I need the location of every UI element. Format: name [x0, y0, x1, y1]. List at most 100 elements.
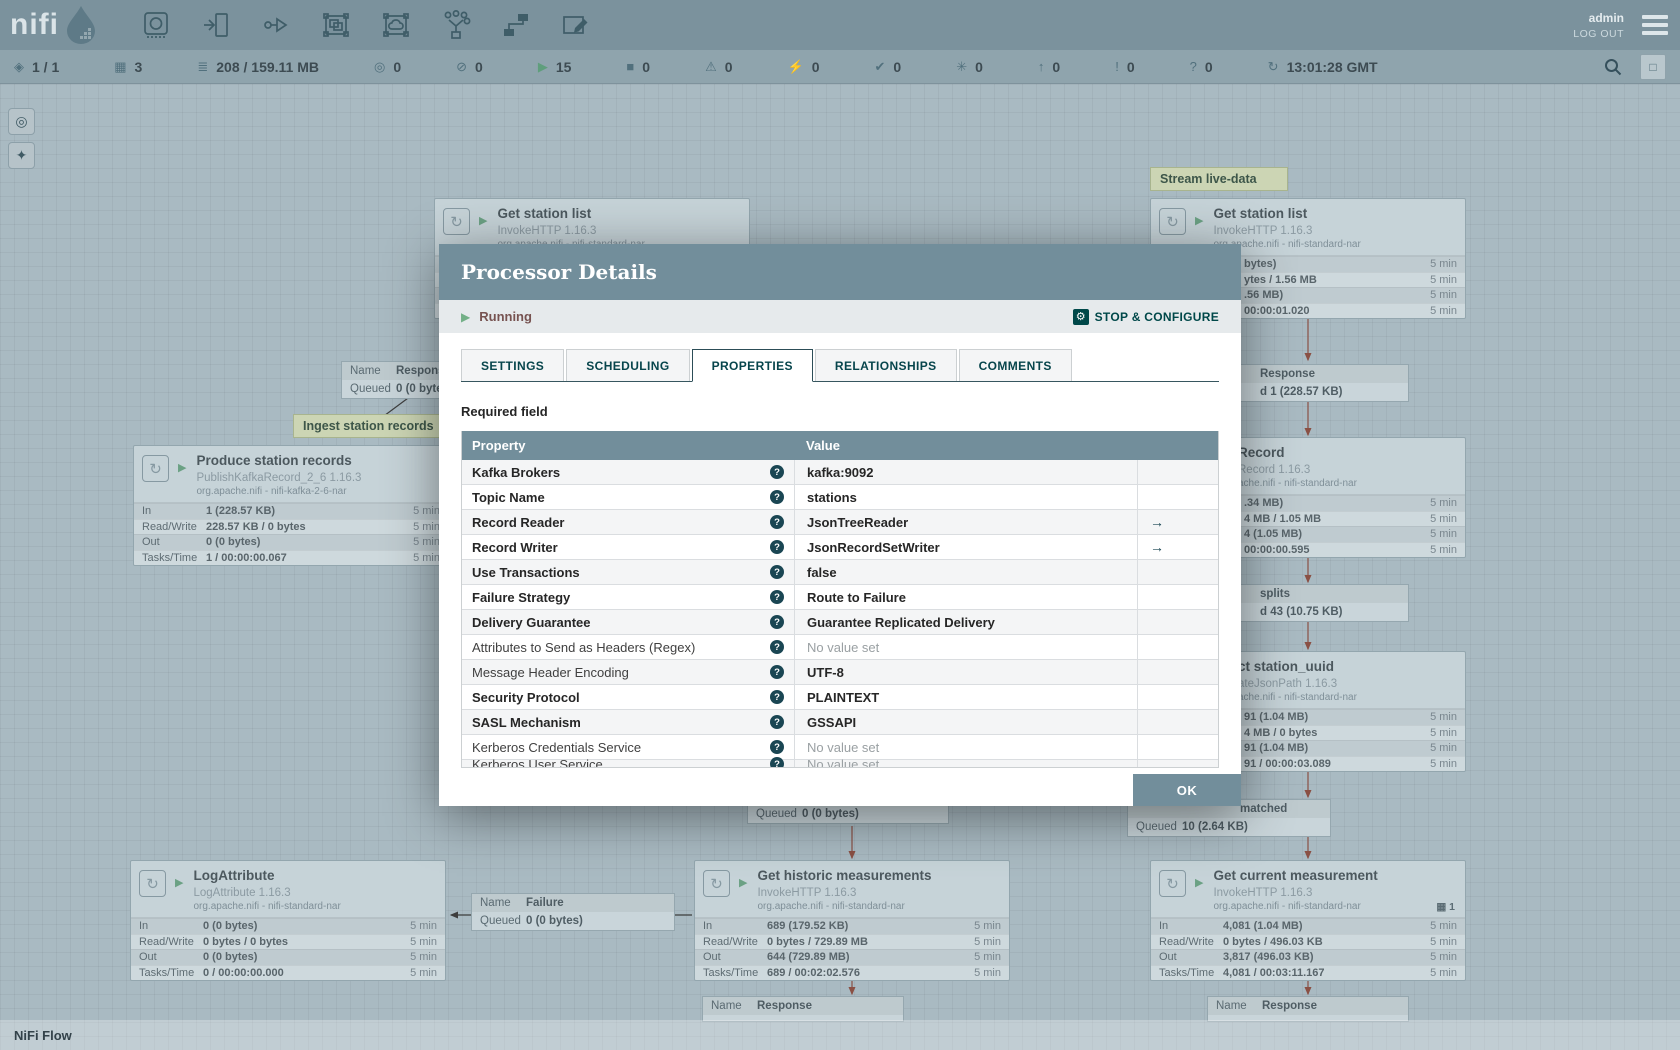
queued-status: ≣ 208 / 159.11 MB — [197, 58, 319, 75]
processor-produce-station-records[interactable]: ↻ ▶ Produce station records PublishKafka… — [133, 445, 449, 566]
processor-glyph-icon: ↻ — [1159, 208, 1186, 235]
logout-link[interactable]: LOG OUT — [1573, 28, 1624, 40]
processor-title: ct station_uuid — [1238, 659, 1335, 674]
global-menu-icon[interactable] — [1642, 15, 1668, 35]
stop-and-configure-button[interactable]: ⚙ STOP & CONFIGURE — [1072, 308, 1219, 325]
tab-scheduling[interactable]: SCHEDULING — [566, 349, 690, 381]
help-icon[interactable]: ? — [770, 640, 784, 654]
up-to-date-count: ✔ 0 — [874, 58, 902, 75]
locally-modified-stale-count: ! 0 — [1115, 58, 1135, 75]
running-status-icon: ▶ — [1195, 215, 1204, 227]
help-icon[interactable]: ? — [770, 740, 784, 754]
connection-label-failure[interactable]: Name Failure Queued 0 (0 bytes) — [471, 893, 675, 931]
dialog-header: Processor Details — [439, 244, 1241, 300]
table-row: Delivery Guarantee? Guarantee Replicated… — [462, 610, 1218, 635]
processor-title: Produce station records — [196, 453, 352, 468]
help-icon[interactable]: ? — [770, 757, 784, 767]
app-header: nifi admin LOG OUT — [0, 0, 1680, 50]
ok-button[interactable]: OK — [1133, 774, 1241, 806]
dialog-status-strip: ▶ Running ⚙ STOP & CONFIGURE — [439, 300, 1241, 333]
help-icon[interactable]: ? — [770, 465, 784, 479]
disabled-count: ⚡ 0 — [787, 58, 820, 75]
help-icon[interactable]: ? — [770, 615, 784, 629]
running-count: ▶ 15 — [537, 58, 572, 75]
not-transmitting-icon: ⊘ — [456, 58, 468, 74]
navigate-palette-button[interactable]: ◎ — [8, 108, 35, 135]
search-icon[interactable] — [1604, 58, 1622, 76]
locally-modified-stale-icon: ! — [1115, 59, 1119, 74]
go-to-service-icon[interactable]: → — [1137, 535, 1218, 559]
transmitting-icon: ◎ — [374, 58, 386, 74]
processor-glyph-icon: ↻ — [142, 455, 169, 482]
help-icon[interactable]: ? — [770, 715, 784, 729]
processor-glyph-icon: ↻ — [703, 870, 730, 897]
help-icon[interactable]: ? — [770, 690, 784, 704]
breadcrumb[interactable]: NiFi Flow — [14, 1028, 72, 1043]
help-icon[interactable]: ? — [770, 540, 784, 554]
input-port-icon[interactable] — [199, 8, 233, 42]
tab-properties[interactable]: PROPERTIES — [691, 349, 813, 382]
component-toolbar — [139, 8, 593, 42]
settings-panel-icon[interactable]: □ — [1640, 53, 1666, 80]
processor-get-current-measurement[interactable]: ↻ ▶ Get current measurement InvokeHTTP 1… — [1150, 860, 1466, 981]
table-row: Message Header Encoding? UTF-8 — [462, 660, 1218, 685]
processor-type: ateJsonPath 1.16.3 — [1238, 677, 1338, 690]
running-status-icon: ▶ — [1195, 877, 1204, 889]
grid-icon: ▦ — [114, 58, 127, 74]
template-icon[interactable] — [499, 8, 533, 42]
connection-label-response-bottom-left[interactable]: Name Response — [702, 996, 904, 1022]
not-transmitting-count: ⊘ 0 — [456, 58, 483, 75]
nifi-logo-text: nifi — [10, 8, 59, 41]
help-icon[interactable]: ? — [770, 665, 784, 679]
help-icon[interactable]: ? — [770, 590, 784, 604]
running-status-icon: ▶ — [739, 877, 748, 889]
process-group-count: ▦ 3 — [114, 58, 143, 75]
processor-nar: ache.nifi - nifi-standard-nar — [1238, 478, 1357, 490]
processor-nar: org.apache.nifi - nifi-kafka-2-6-nar — [196, 486, 347, 498]
running-status-icon: ▶ — [175, 877, 184, 889]
tab-settings[interactable]: SETTINGS — [461, 349, 565, 381]
table-row: Record Reader? JsonTreeReader → — [462, 510, 1218, 535]
cluster-icon: ◈ — [14, 58, 24, 74]
help-icon[interactable]: ? — [770, 490, 784, 504]
invalid-count: ⚠ 0 — [705, 58, 733, 75]
processor-type: InvokeHTTP 1.16.3 — [1213, 886, 1313, 899]
tab-relationships[interactable]: RELATIONSHIPS — [814, 349, 957, 381]
breadcrumb-bar: NiFi Flow — [0, 1020, 1680, 1050]
running-icon: ▶ — [537, 58, 548, 74]
process-group-icon[interactable] — [319, 8, 353, 42]
locally-modified-count: ✳ 0 — [956, 58, 983, 75]
funnel-icon[interactable] — [439, 8, 473, 42]
dialog-tabs: SETTINGS SCHEDULING PROPERTIES RELATIONS… — [461, 349, 1219, 382]
operate-palette-button[interactable]: ✦ — [8, 142, 35, 169]
processor-logattribute[interactable]: ↻ ▶ LogAttribute LogAttribute 1.16.3 org… — [130, 860, 446, 981]
connection-label-queued-partial[interactable]: Queued 0 (0 bytes) — [747, 804, 949, 824]
tab-comments[interactable]: COMMENTS — [958, 349, 1072, 381]
label-icon[interactable] — [559, 8, 593, 42]
stale-count: ↑ 0 — [1037, 58, 1061, 75]
processor-type: InvokeHTTP 1.16.3 — [757, 886, 857, 899]
user-area: admin LOG OUT — [1573, 11, 1668, 40]
sync-failure-count: ? 0 — [1189, 58, 1213, 75]
processor-title: LogAttribute — [193, 868, 275, 883]
cluster-status: ◈ 1 / 1 — [14, 58, 60, 75]
processor-title: Get station list — [497, 206, 592, 221]
transmitting-count: ◎ 0 — [374, 58, 402, 75]
flow-label-stream[interactable]: Stream live-data — [1150, 167, 1288, 191]
table-row: Use Transactions? false — [462, 560, 1218, 585]
invalid-icon: ⚠ — [705, 58, 717, 74]
stopped-icon: ■ — [626, 59, 635, 74]
go-to-service-icon[interactable]: → — [1137, 510, 1218, 534]
help-icon[interactable]: ? — [770, 515, 784, 529]
table-row: Kafka Brokers? kafka:9092 — [462, 460, 1218, 485]
nifi-logo: nifi — [10, 5, 99, 45]
output-port-icon[interactable] — [259, 8, 293, 42]
last-refresh: ↻ 13:01:28 GMT — [1267, 58, 1378, 75]
processor-get-historic-measurements[interactable]: ↻ ▶ Get historic measurements InvokeHTTP… — [694, 860, 1010, 981]
processor-icon[interactable] — [139, 8, 173, 42]
help-icon[interactable]: ? — [770, 565, 784, 579]
remote-process-group-icon[interactable] — [379, 8, 413, 42]
table-row: SASL Mechanism? GSSAPI — [462, 710, 1218, 735]
refresh-icon[interactable]: ↻ — [1268, 59, 1279, 75]
connection-label-response-bottom-right[interactable]: Name Response — [1207, 996, 1409, 1022]
